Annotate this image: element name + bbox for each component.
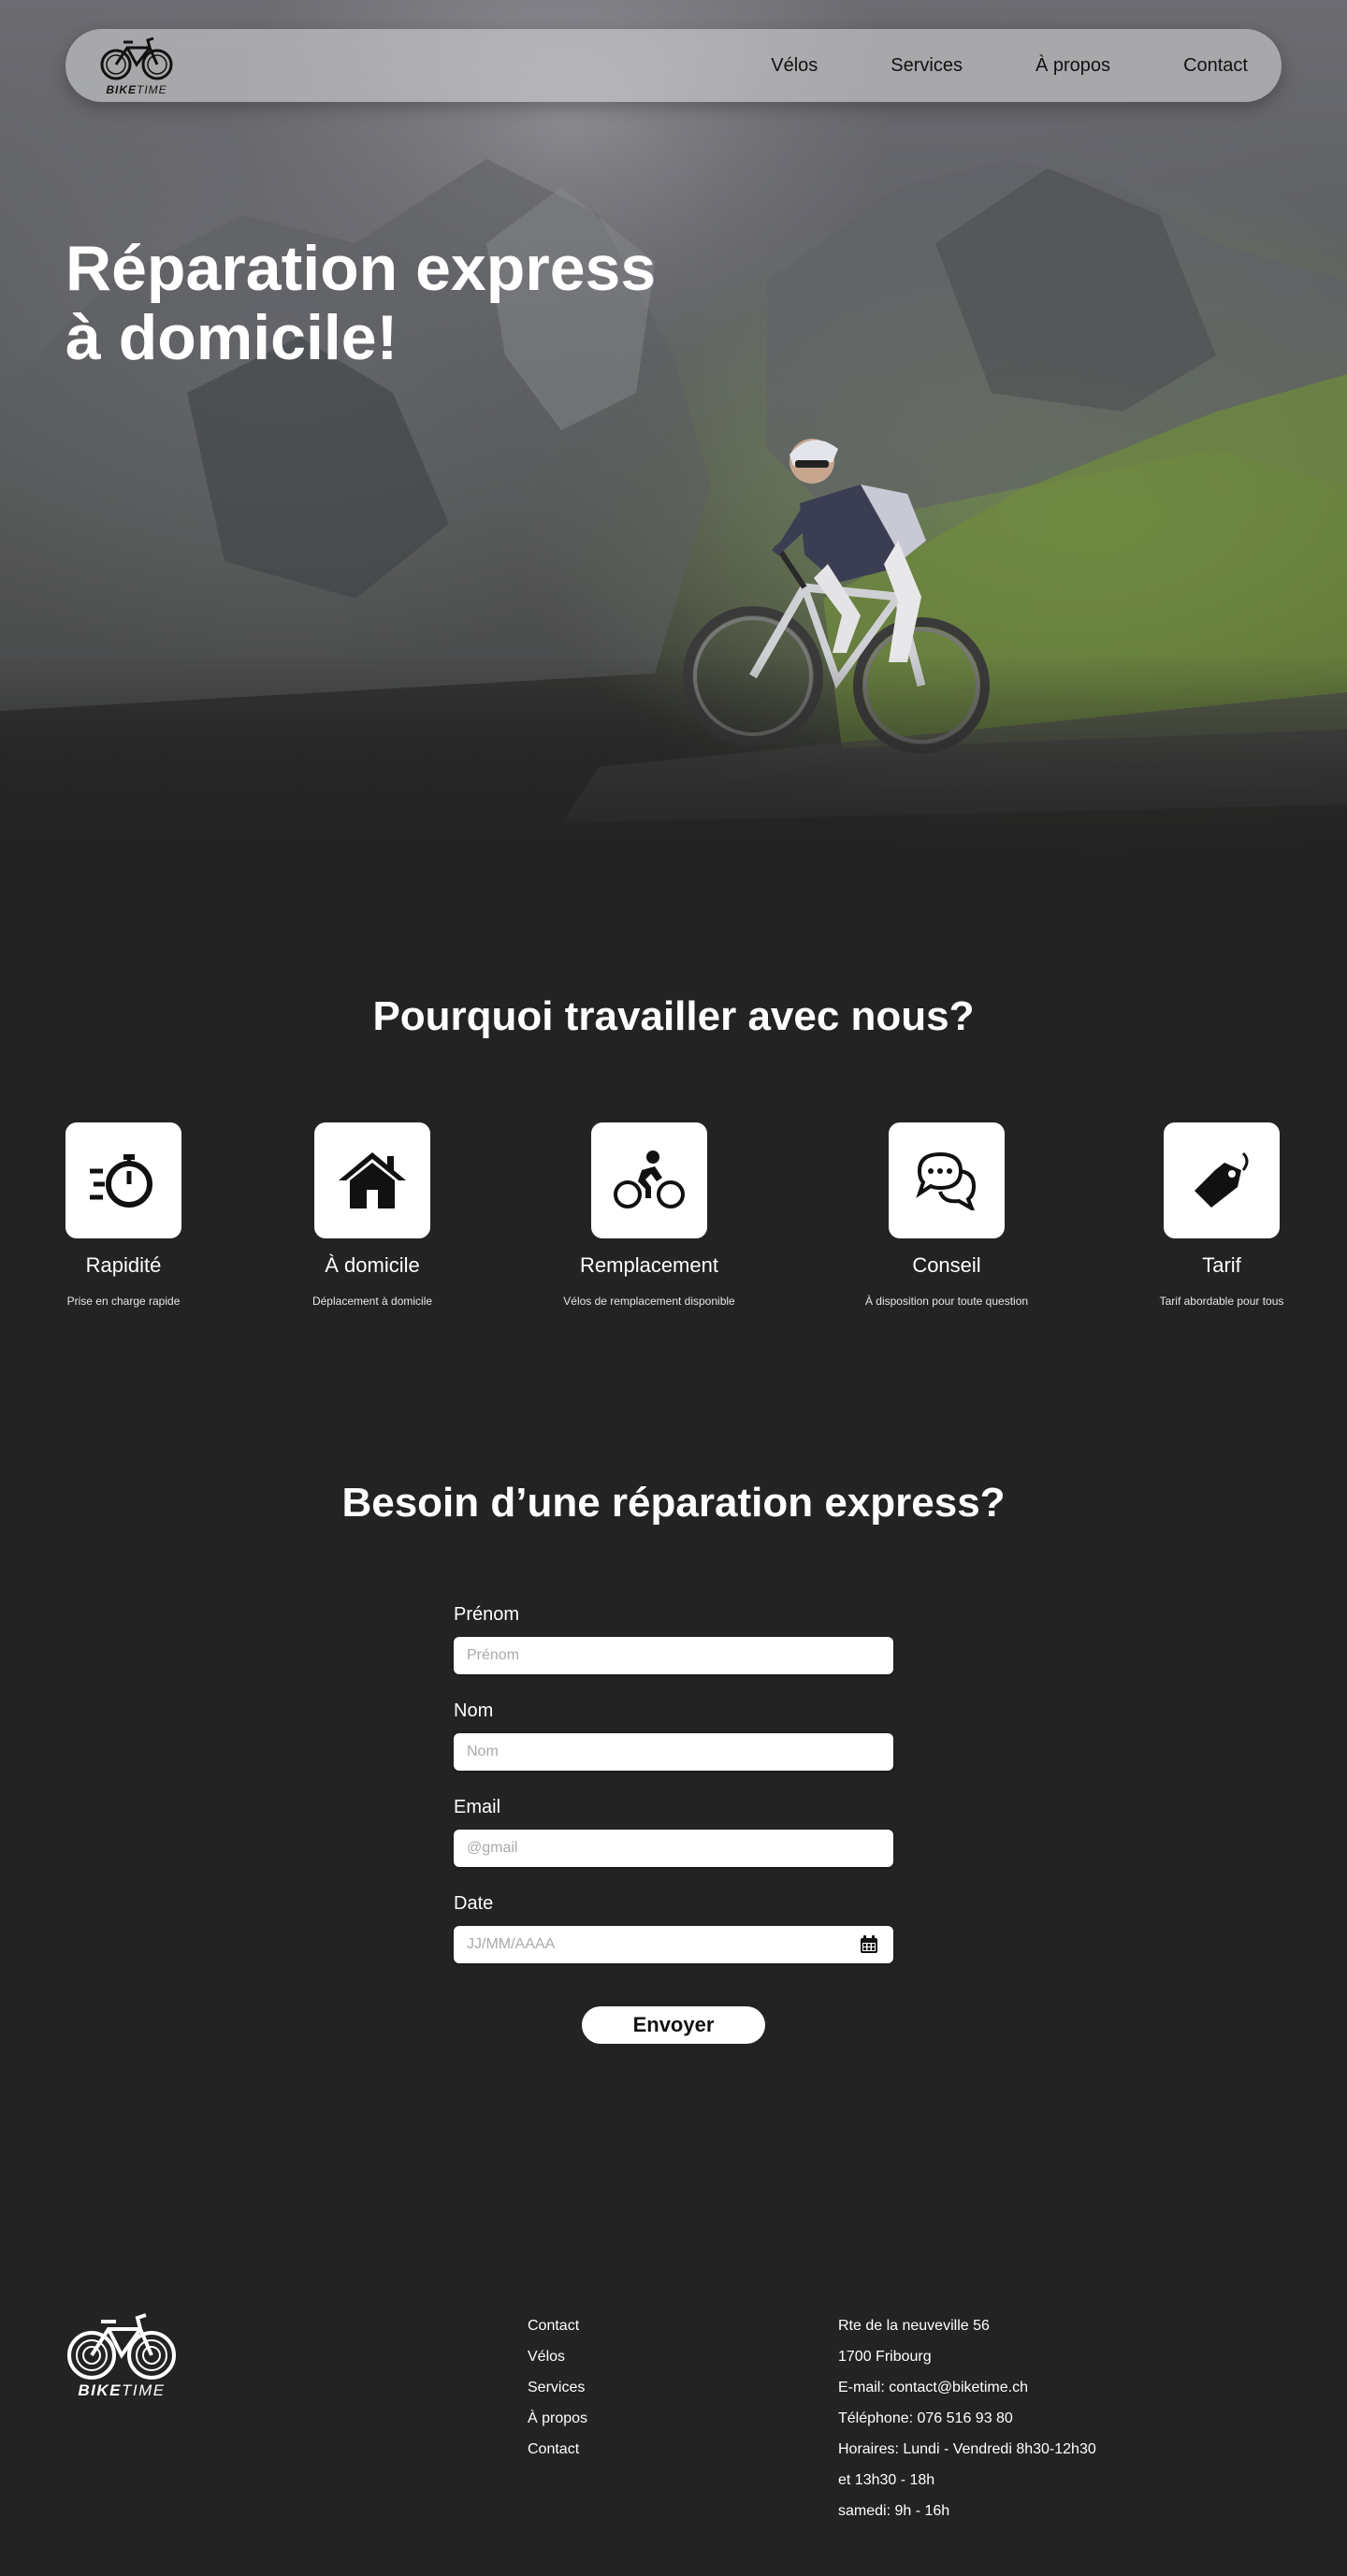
bike-logo-icon <box>67 2313 176 2380</box>
field-label: Prénom <box>454 1604 520 1625</box>
submit-button[interactable]: Envoyer <box>582 2006 765 2044</box>
bike-logo-icon <box>100 36 173 80</box>
repair-request-form: Prénom Nom Email Date Envoyer <box>454 1604 893 2044</box>
brand-wordmark: BIKETIME <box>106 83 167 96</box>
field-date: Date <box>454 1893 893 1963</box>
field-prenom: Prénom <box>454 1604 893 1674</box>
footer-city: 1700 Fribourg <box>838 2349 932 2365</box>
form-title: Besoin d’une réparation express? <box>341 1480 1006 1526</box>
feature-name: Rapidité <box>85 1253 162 1277</box>
feature-remplacement: Remplacement Vélos de remplacement dispo… <box>546 1122 752 1308</box>
nav-link-velos[interactable]: Vélos <box>771 55 818 77</box>
feature-conseil: Conseil À disposition pour toute questio… <box>844 1122 1050 1308</box>
date-input[interactable] <box>454 1926 893 1963</box>
price-tag-icon <box>1195 1151 1249 1208</box>
field-label: Nom <box>454 1700 494 1721</box>
feature-card <box>1164 1122 1280 1238</box>
nav-link-services[interactable]: Services <box>891 55 963 77</box>
footer-link-a-propos[interactable]: À propos <box>528 2403 587 2434</box>
feature-tarif: Tarif Tarif abordable pour tous <box>1119 1122 1325 1308</box>
feature-desc: Tarif abordable pour tous <box>1159 1295 1284 1308</box>
brand-logo[interactable]: BIKETIME <box>99 35 174 96</box>
nav-links: Vélos Services À propos Contact <box>771 29 1248 102</box>
feature-desc: Prise en charge rapide <box>66 1295 181 1308</box>
footer-hours: Horaires: Lundi - Vendredi 8h30-12h30 <box>838 2441 1096 2457</box>
chat-bubbles-icon <box>916 1151 977 1210</box>
feature-name: Conseil <box>912 1253 981 1277</box>
footer-hours-afternoon: et 13h30 - 18h <box>838 2472 935 2488</box>
footer-link-services[interactable]: Services <box>528 2372 587 2403</box>
feature-name: Remplacement <box>580 1253 718 1277</box>
feature-desc: À disposition pour toute question <box>864 1295 1029 1308</box>
hero-background <box>0 0 1347 898</box>
hero-title: Réparation express à domicile! <box>65 234 814 372</box>
footer-wordmark: BIKETIME <box>78 2381 166 2399</box>
feature-rapidite: Rapidité Prise en charge rapide <box>21 1122 226 1308</box>
house-icon <box>339 1152 406 1208</box>
features-row: Rapidité Prise en charge rapide À domici… <box>0 1122 1347 1328</box>
prenom-input[interactable] <box>454 1637 893 1674</box>
footer-contact-info: Rte de la neuveville 56 1700 Fribourg E-… <box>838 2310 1096 2526</box>
feature-name: Tarif <box>1202 1253 1241 1277</box>
hero-title-line1: Réparation express <box>65 233 657 304</box>
top-navbar: BIKETIME Vélos Services À propos Contact <box>65 29 1282 102</box>
feature-card <box>314 1122 430 1238</box>
footer-logo[interactable]: BIKETIME <box>65 2310 178 2404</box>
footer-link-contact[interactable]: Contact <box>528 2310 587 2341</box>
nom-input[interactable] <box>454 1733 893 1771</box>
field-nom: Nom <box>454 1700 893 1771</box>
nav-link-contact[interactable]: Contact <box>1183 55 1248 77</box>
hero-fade <box>0 655 1347 898</box>
footer-links: Contact Vélos Services À propos Contact <box>528 2310 587 2465</box>
email-input[interactable] <box>454 1830 893 1867</box>
field-label: Date <box>454 1893 494 1914</box>
why-title: Pourquoi travailler avec nous? <box>372 993 975 1039</box>
hero-title-line2: à domicile! <box>65 302 398 373</box>
feature-card <box>591 1122 707 1238</box>
feature-card <box>889 1122 1005 1238</box>
footer-email: E-mail: contact@biketime.ch <box>838 2380 1028 2395</box>
feature-name: À domicile <box>325 1253 420 1277</box>
cyclist-icon <box>614 1151 685 1208</box>
stopwatch-icon <box>90 1154 152 1208</box>
feature-card <box>65 1122 181 1238</box>
footer-link-contact-2[interactable]: Contact <box>528 2434 587 2465</box>
calendar-icon[interactable] <box>860 1935 878 1954</box>
footer-hours-saturday: samedi: 9h - 16h <box>838 2503 950 2519</box>
feature-desc: Déplacement à domicile <box>311 1295 433 1308</box>
field-email: Email <box>454 1797 893 1867</box>
feature-desc: Vélos de remplacement disponible <box>563 1295 735 1308</box>
footer-phone: Téléphone: 076 516 93 80 <box>838 2410 1013 2426</box>
footer-link-velos[interactable]: Vélos <box>528 2341 587 2372</box>
feature-a-domicile: À domicile Déplacement à domicile <box>269 1122 475 1308</box>
footer-address: Rte de la neuveville 56 <box>838 2318 990 2334</box>
field-label: Email <box>454 1797 501 1817</box>
nav-link-a-propos[interactable]: À propos <box>1036 55 1110 77</box>
